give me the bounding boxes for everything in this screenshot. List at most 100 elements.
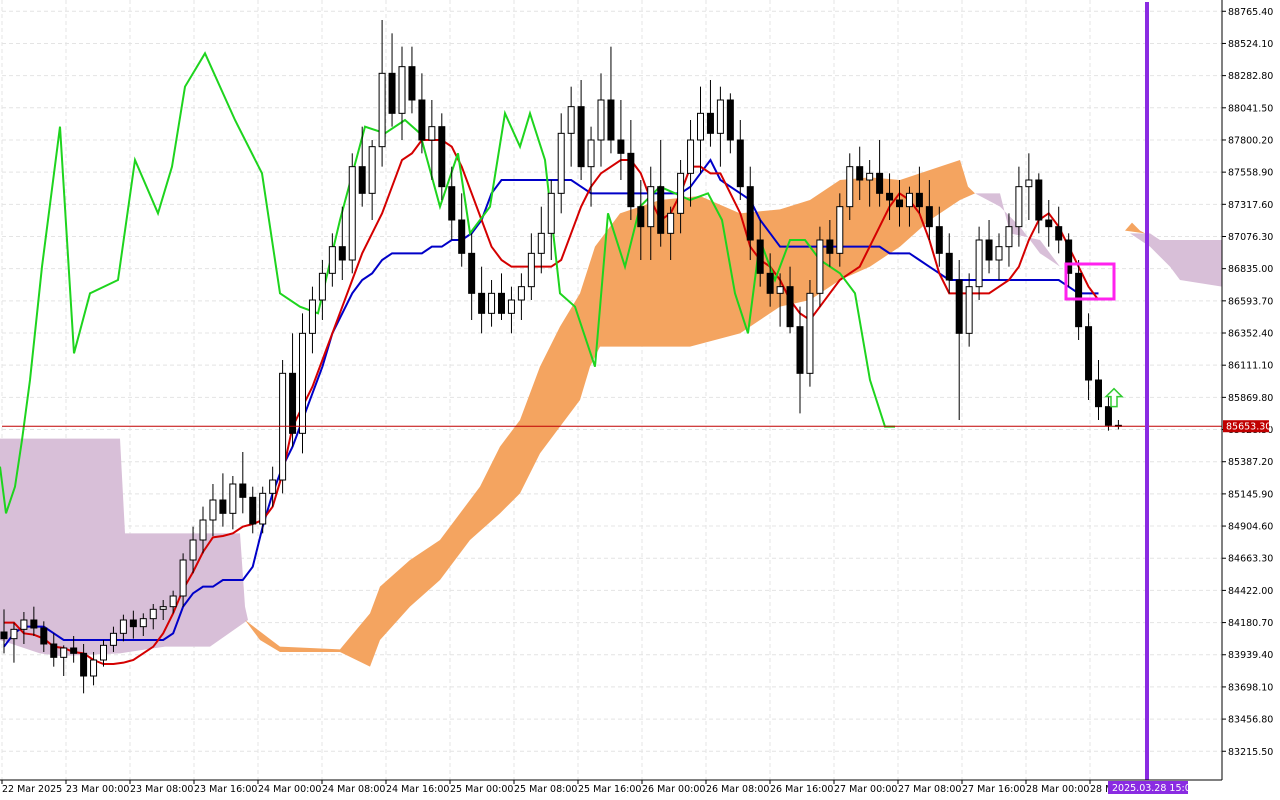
candle-body-bear <box>70 647 78 654</box>
candle-body-bull <box>975 239 983 288</box>
candle-body-bear <box>577 106 585 168</box>
candle <box>229 476 237 530</box>
candle-body-bull <box>378 72 386 148</box>
price-tick-label: 88041.50 <box>1228 103 1273 114</box>
candle <box>488 280 496 327</box>
candle <box>1045 200 1053 247</box>
candle-body-bull <box>189 539 197 561</box>
candle-body-bear <box>627 152 635 208</box>
candle <box>239 452 247 514</box>
price-tick-label: 84180.70 <box>1228 618 1273 629</box>
candle-body-bull <box>318 272 326 301</box>
candle-body-bear <box>726 99 734 141</box>
candle-body-bull <box>328 246 336 274</box>
candle-body-bear <box>786 286 794 328</box>
candle <box>935 206 943 267</box>
candle-body-bull <box>507 299 515 314</box>
candle-body-bear <box>40 627 48 645</box>
candle <box>289 333 297 447</box>
candle <box>388 33 396 127</box>
candle-body-bear <box>1085 326 1093 381</box>
candle-body-bear <box>80 652 88 677</box>
candle-body-bear <box>498 292 505 314</box>
candle-body-bull <box>368 146 376 194</box>
candle <box>985 220 993 274</box>
candle <box>726 93 734 154</box>
candle <box>657 140 665 247</box>
candle-body-bull <box>428 126 436 141</box>
candle-body-bear <box>746 186 754 241</box>
candle-body-bear <box>50 643 58 658</box>
candle-body-bull <box>1015 186 1023 228</box>
candle-body-bear <box>448 186 456 221</box>
candle <box>517 273 525 320</box>
candle-body-bull <box>517 286 525 301</box>
candle-body-bear <box>955 279 963 334</box>
candle-body-bull <box>119 619 127 634</box>
candle-body-bear <box>338 246 346 261</box>
candle <box>945 233 953 294</box>
candle-body-bull <box>299 332 306 434</box>
time-marker-label: 2025.03.28 15:00 <box>1112 783 1197 794</box>
candle-body-bear <box>736 139 744 188</box>
candle-body-bear <box>766 272 774 294</box>
candle-body-bull <box>398 66 406 114</box>
candle <box>995 233 1003 280</box>
ichimoku-chart[interactable]: 88765.40 88524.10 88282.80 88041.50 87800.20… <box>0 0 1280 800</box>
candle-body-bear <box>896 199 903 208</box>
candle-body-bull <box>20 619 28 630</box>
candle <box>1114 420 1122 430</box>
candle-body-bull <box>159 606 167 610</box>
candle <box>90 652 98 686</box>
candle <box>577 80 585 180</box>
candle <box>557 113 565 214</box>
candle-body-bear <box>657 186 665 234</box>
candle-body-bull <box>587 139 595 168</box>
price-tick-label: 84904.60 <box>1228 522 1273 533</box>
candle-body-bear <box>617 139 625 154</box>
time-tick-label: 27 Mar 00:00 <box>834 784 897 795</box>
price-tick-label: 87558.90 <box>1228 168 1273 179</box>
candle-body-bull <box>806 292 814 374</box>
candle <box>975 226 983 300</box>
candle-body-bull <box>816 239 824 294</box>
candle <box>736 120 744 200</box>
candle-body-bear <box>1055 226 1063 241</box>
candle-body-bull <box>537 232 545 254</box>
price-tick-label: 86835.00 <box>1228 264 1273 275</box>
candle-body-bull <box>677 172 685 214</box>
candle <box>965 273 973 347</box>
candle-body-bear <box>358 166 366 194</box>
candle <box>308 286 316 354</box>
candle-body-bull <box>995 246 1003 261</box>
candle <box>478 266 486 334</box>
price-tick-label: 87076.30 <box>1228 232 1273 243</box>
candle-body-bull <box>687 139 695 174</box>
candle <box>358 126 366 207</box>
candle <box>498 273 505 320</box>
candle-body-bear <box>1104 406 1112 426</box>
time-tick-label: 24 Mar 00:00 <box>258 784 321 795</box>
candle <box>299 313 306 454</box>
candle-body-bull <box>697 112 704 141</box>
time-tick-label: 23 Mar 16:00 <box>194 784 257 795</box>
candle-body-bear <box>915 192 923 208</box>
time-tick-label: 25 Mar 00:00 <box>450 784 513 795</box>
price-tick-label: 87800.20 <box>1228 135 1273 146</box>
time-tick-label: 23 Mar 08:00 <box>130 784 193 795</box>
candle-body-bear <box>219 499 227 514</box>
price-tick-label: 84663.30 <box>1228 554 1273 565</box>
time-tick-label: 26 Mar 16:00 <box>770 784 833 795</box>
candle-body-bear <box>637 206 645 228</box>
candle-body-bull <box>259 492 267 525</box>
time-tick-label: 27 Mar 08:00 <box>898 784 961 795</box>
candle-body-bear <box>388 72 396 114</box>
candle-body-bull <box>905 192 913 208</box>
candle-body-bear <box>1095 379 1102 408</box>
candle-body-bear <box>458 219 466 254</box>
candle <box>697 86 704 174</box>
candle <box>1085 313 1093 400</box>
time-tick-label: 27 Mar 16:00 <box>962 784 1025 795</box>
candle <box>706 80 714 147</box>
time-axis: 22 Mar 2025 23 Mar 00:00 23 Mar 08:00 23 Ma… <box>1 780 1113 795</box>
